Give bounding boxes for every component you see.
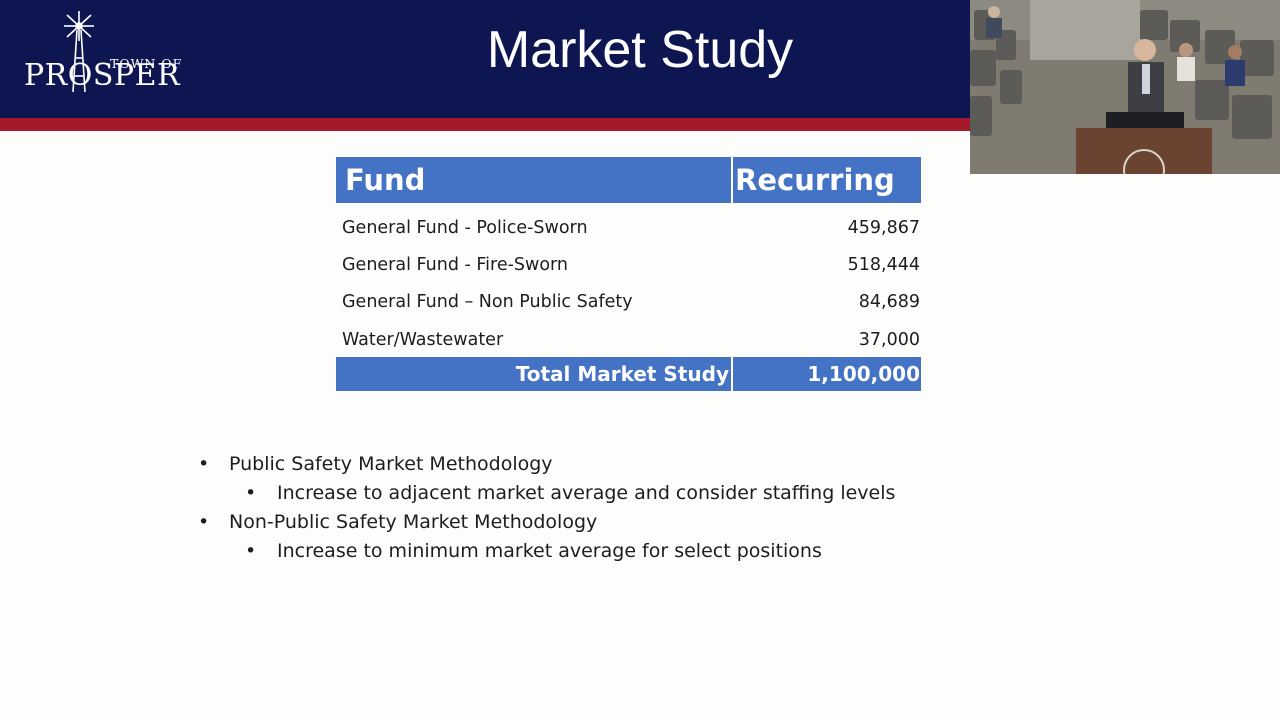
table-row: General Fund - Fire-Sworn 518,444	[336, 246, 921, 283]
table-row: General Fund - Police-Sworn 459,867	[336, 209, 921, 246]
logo-town-name: PROSPER	[24, 58, 181, 93]
methodology-bullets: • Public Safety Market Methodology • Inc…	[198, 449, 958, 565]
header-stripe	[0, 118, 970, 131]
header-fund: Fund	[336, 157, 733, 203]
council-chamber-video	[970, 0, 1280, 174]
header-recurring: Recurring	[735, 163, 895, 197]
amount-cell: 84,689	[858, 292, 920, 313]
bullet-glyph: •	[245, 481, 257, 504]
market-study-table: Fund Recurring General Fund - Police-Swo…	[336, 157, 921, 392]
total-amount: 1,100,000	[807, 362, 920, 387]
table-row: Water/Wastewater 37,000	[336, 321, 921, 358]
town-logo: TOWN OF PROSPER	[18, 8, 193, 108]
bullet-item: • Public Safety Market Methodology	[198, 449, 958, 478]
amount-cell: 518,444	[847, 254, 920, 275]
fund-cell: General Fund - Fire-Sworn	[342, 254, 569, 275]
speaker-video-inset	[970, 0, 1280, 174]
fund-cell: General Fund – Non Public Safety	[342, 292, 633, 313]
sub-bullet-text: Increase to adjacent market average and …	[277, 481, 896, 504]
fund-cell: Water/Wastewater	[342, 329, 504, 350]
bullet-item: • Non-Public Safety Market Methodology	[198, 507, 958, 536]
sub-bullet-item: • Increase to adjacent market average an…	[198, 478, 958, 507]
sub-bullet-text: Increase to minimum market average for s…	[277, 539, 822, 562]
amount-cell: 37,000	[858, 329, 920, 350]
slide-title: Market Study	[486, 21, 794, 79]
table-body: General Fund - Police-Sworn 459,867 Gene…	[336, 203, 921, 358]
bullet-glyph: •	[245, 539, 257, 562]
bullet-glyph: •	[198, 452, 210, 475]
sub-bullet-item: • Increase to minimum market average for…	[198, 536, 958, 565]
bullet-glyph: •	[198, 510, 210, 533]
slide-header: TOWN OF PROSPER Market Study	[0, 0, 970, 118]
total-label: Total Market Study	[336, 357, 733, 392]
bullet-text: Non-Public Safety Market Methodology	[229, 510, 598, 533]
table-header: Fund Recurring	[336, 157, 921, 203]
amount-cell: 459,867	[847, 217, 920, 238]
table-row: General Fund – Non Public Safety 84,689	[336, 284, 921, 321]
fund-cell: General Fund - Police-Sworn	[342, 217, 588, 238]
table-total-row: Total Market Study 1,100,000	[336, 357, 921, 392]
bullet-text: Public Safety Market Methodology	[229, 452, 553, 475]
